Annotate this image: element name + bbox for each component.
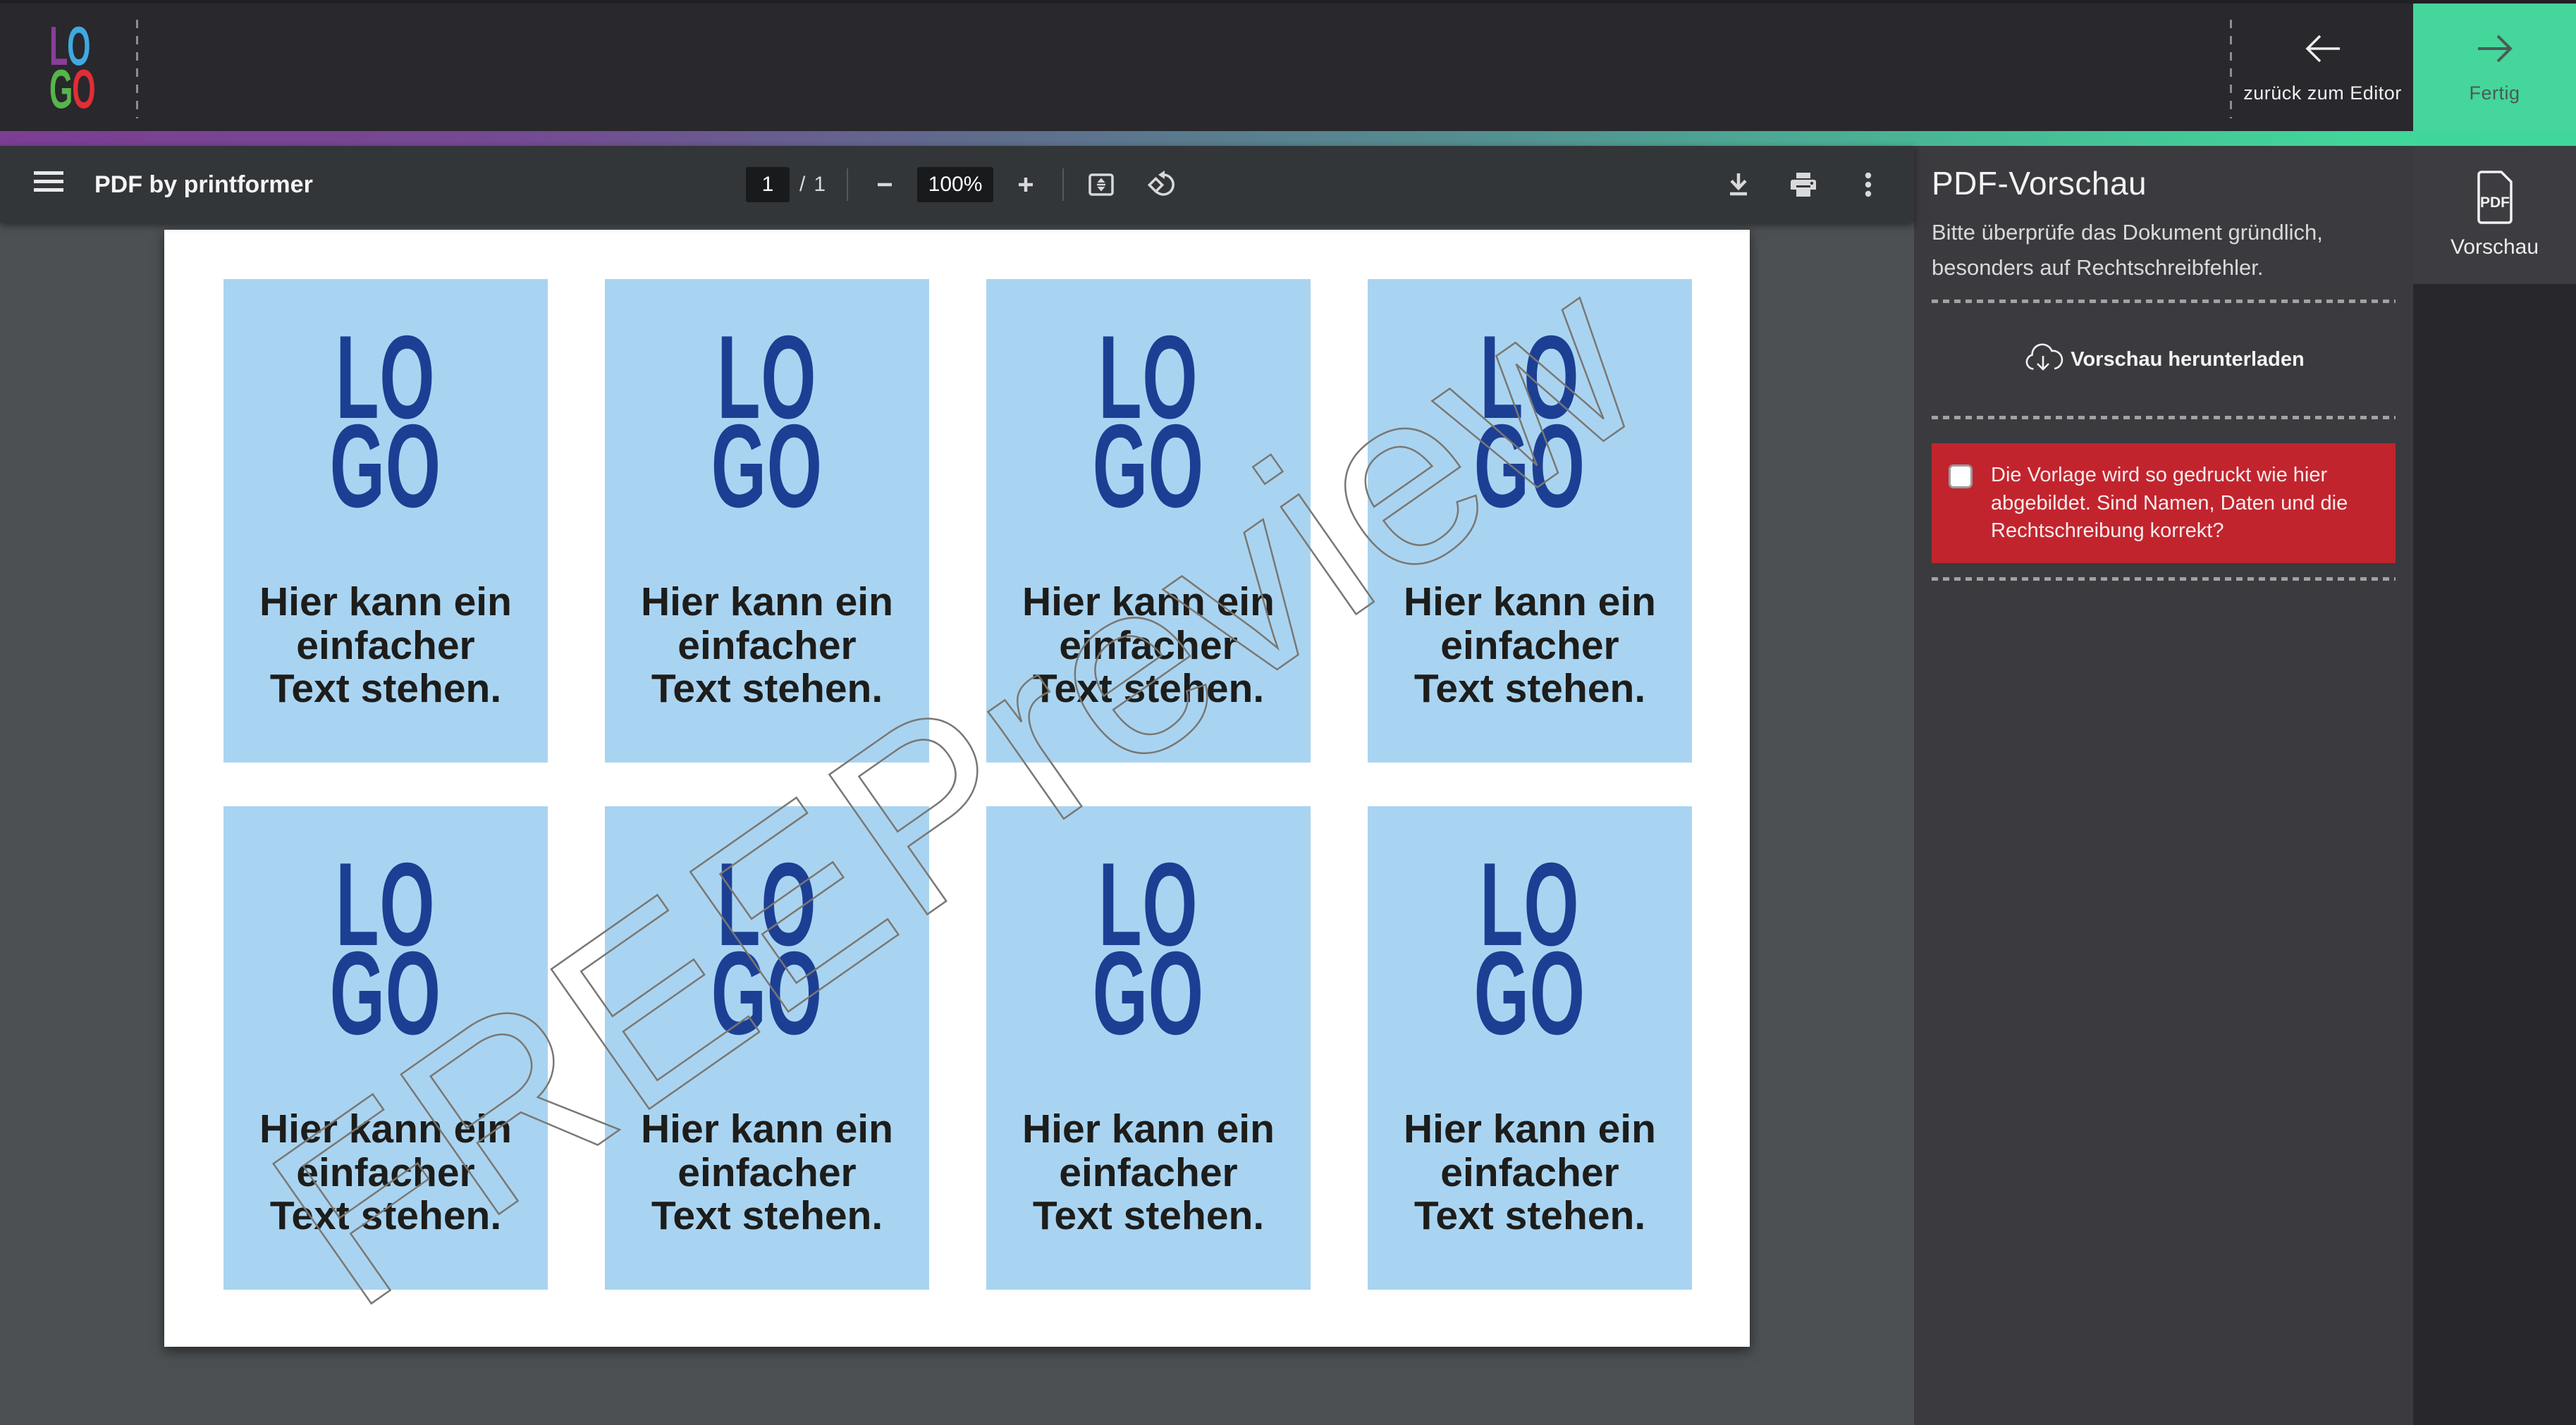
svg-text:PDF: PDF bbox=[2480, 195, 2510, 211]
dotted-divider bbox=[1932, 577, 2396, 581]
page-separator: / bbox=[799, 173, 805, 197]
pdf-file-icon: PDF bbox=[2472, 171, 2518, 227]
right-rail: PDF Vorschau bbox=[2413, 146, 2576, 1425]
toolbar-right-controls bbox=[1722, 146, 1884, 223]
card-logo: LOGO bbox=[986, 333, 1311, 510]
card-logo: LOGO bbox=[605, 860, 929, 1037]
print-card: LOGO Hier kann eineinfacherText stehen. bbox=[1368, 279, 1692, 763]
print-card: LOGO Hier kann eineinfacherText stehen. bbox=[986, 806, 1311, 1290]
pdf-toolbar: PDF by printformer 1 / 1 100% bbox=[0, 146, 1914, 223]
print-card: LOGO Hier kann eineinfacherText stehen. bbox=[986, 279, 1311, 763]
pdf-page: LOGO Hier kann eineinfacherText stehen. … bbox=[164, 230, 1750, 1347]
confirm-checkbox[interactable] bbox=[1949, 464, 1973, 488]
cloud-download-icon bbox=[2023, 341, 2063, 378]
rotate-icon[interactable] bbox=[1144, 168, 1178, 202]
pdf-title: PDF by printformer bbox=[94, 171, 313, 199]
accent-gradient-bar bbox=[0, 131, 2576, 146]
more-vertical-icon[interactable] bbox=[1852, 168, 1884, 201]
toolbar-center-controls: 1 / 1 100% bbox=[746, 146, 1178, 223]
back-to-editor-button[interactable]: zurück zum Editor bbox=[2232, 4, 2413, 131]
toolbar-divider bbox=[1062, 168, 1064, 201]
fit-page-icon[interactable] bbox=[1085, 168, 1117, 201]
page-number-input[interactable]: 1 bbox=[746, 167, 790, 202]
confirmation-alert-text: Die Vorlage wird so gedruckt wie hier ab… bbox=[1991, 462, 2354, 544]
back-to-editor-label: zurück zum Editor bbox=[2243, 82, 2402, 104]
print-icon[interactable] bbox=[1787, 168, 1820, 201]
printformer-app: LO GO zurück zum Editor Fertig bbox=[0, 0, 2576, 1425]
card-text: Hier kann eineinfacherText stehen. bbox=[605, 1108, 929, 1238]
preview-sidebar: PDF-Vorschau Bitte überprüfe das Dokumen… bbox=[1914, 146, 2413, 1425]
zoom-in-icon[interactable] bbox=[1010, 169, 1041, 200]
card-text: Hier kann eineinfacherText stehen. bbox=[605, 581, 929, 711]
card-logo: LOGO bbox=[605, 333, 929, 510]
zoom-out-icon[interactable] bbox=[869, 169, 900, 200]
print-card: LOGO Hier kann eineinfacherText stehen. bbox=[605, 806, 929, 1290]
brand-letter: O bbox=[72, 58, 94, 120]
card-text: Hier kann eineinfacherText stehen. bbox=[986, 581, 1311, 711]
finish-label: Fertig bbox=[2469, 82, 2520, 104]
pdf-viewer: PDF by printformer 1 / 1 100% bbox=[0, 146, 1914, 1425]
card-logo: LOGO bbox=[1368, 860, 1692, 1037]
brand-letter: G bbox=[49, 58, 72, 120]
download-preview-button[interactable]: Vorschau herunterladen bbox=[1932, 340, 2396, 379]
card-grid: LOGO Hier kann eineinfacherText stehen. … bbox=[164, 230, 1750, 1347]
download-preview-label: Vorschau herunterladen bbox=[2071, 348, 2304, 371]
toolbar-divider bbox=[847, 168, 848, 201]
confirmation-alert: Die Vorlage wird so gedruckt wie hier ab… bbox=[1932, 443, 2396, 562]
document-canvas: LOGO Hier kann eineinfacherText stehen. … bbox=[0, 223, 1914, 1425]
card-text: Hier kann eineinfacherText stehen. bbox=[1368, 1108, 1692, 1238]
card-logo: LOGO bbox=[223, 860, 548, 1037]
tab-vorschau-label: Vorschau bbox=[2451, 235, 2539, 259]
sidebar-subtitle: Bitte überprüfe das Dokument gründlich, … bbox=[1932, 215, 2396, 285]
print-card: LOGO Hier kann eineinfacherText stehen. bbox=[223, 279, 548, 763]
page-total: 1 bbox=[814, 173, 826, 197]
print-card: LOGO Hier kann eineinfacherText stehen. bbox=[1368, 806, 1692, 1290]
card-logo: LOGO bbox=[986, 860, 1311, 1037]
top-bar: LO GO zurück zum Editor Fertig bbox=[0, 0, 2576, 131]
card-text: Hier kann eineinfacherText stehen. bbox=[986, 1108, 1311, 1238]
card-text: Hier kann eineinfacherText stehen. bbox=[223, 1108, 548, 1238]
divider-dashed bbox=[136, 20, 138, 118]
finish-button[interactable]: Fertig bbox=[2413, 4, 2576, 131]
download-icon[interactable] bbox=[1722, 168, 1755, 201]
arrow-right-icon bbox=[2475, 30, 2515, 67]
card-text: Hier kann eineinfacherText stehen. bbox=[1368, 581, 1692, 711]
dotted-divider bbox=[1932, 416, 2396, 419]
print-card: LOGO Hier kann eineinfacherText stehen. bbox=[223, 806, 548, 1290]
arrow-left-icon bbox=[2303, 30, 2343, 67]
brand-logo: LO GO bbox=[49, 25, 132, 111]
zoom-level-value: 100% bbox=[917, 167, 993, 202]
card-logo: LOGO bbox=[223, 333, 548, 510]
sidebar-title: PDF-Vorschau bbox=[1932, 164, 2396, 202]
card-logo: LOGO bbox=[1368, 333, 1692, 510]
print-card: LOGO Hier kann eineinfacherText stehen. bbox=[605, 279, 929, 763]
card-text: Hier kann eineinfacherText stehen. bbox=[223, 581, 548, 711]
dotted-divider bbox=[1932, 300, 2396, 303]
tab-vorschau[interactable]: PDF Vorschau bbox=[2413, 146, 2576, 284]
menu-icon[interactable] bbox=[34, 170, 63, 198]
